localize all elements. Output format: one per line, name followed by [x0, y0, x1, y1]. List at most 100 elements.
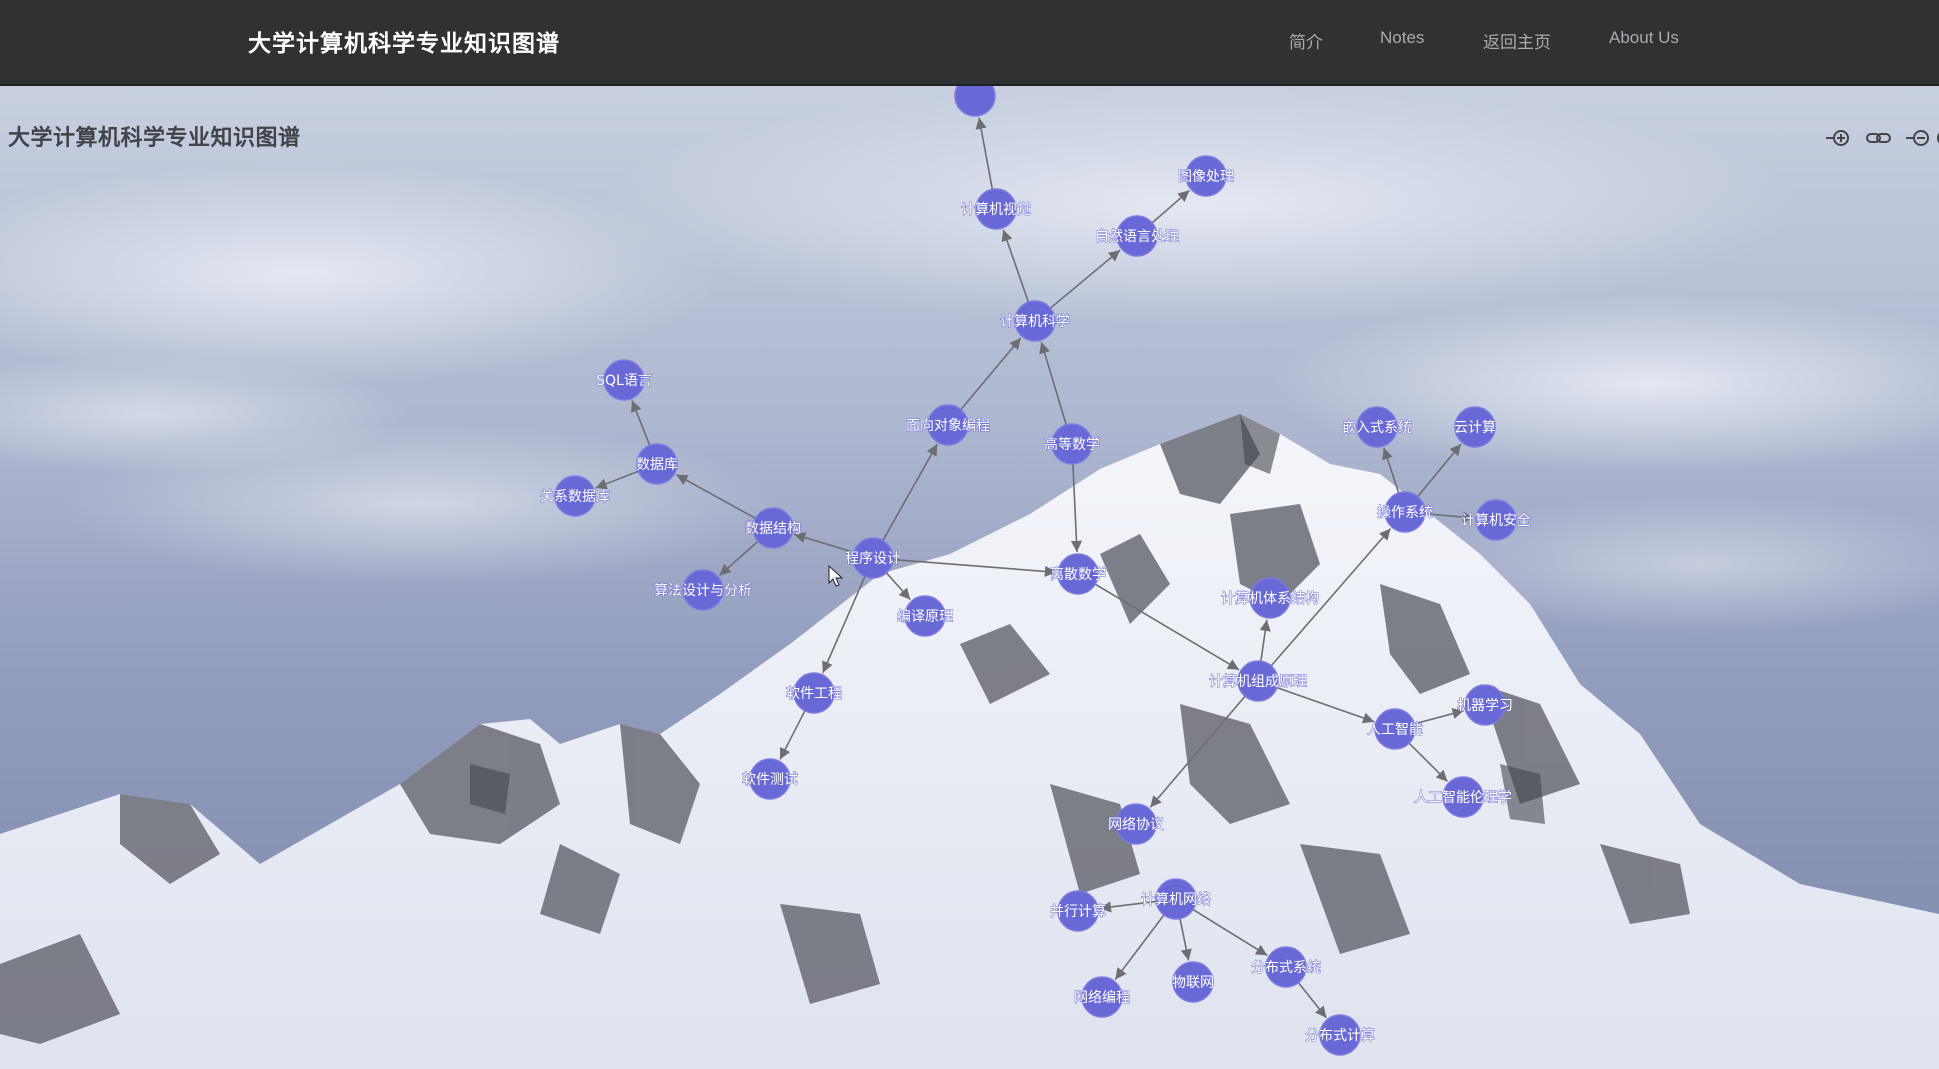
- graph-node-label: 分布式系统: [1251, 960, 1321, 976]
- graph-node-label: 软件测试: [742, 772, 798, 788]
- graph-edge-ai-aiethics: [1408, 742, 1449, 783]
- graph-edge-prog-ds: [793, 532, 855, 554]
- graph-node-label: 程序设计: [845, 551, 901, 567]
- graph-edge-co-proto: [1149, 695, 1246, 808]
- graph-node-prog[interactable]: 程序设计: [845, 537, 902, 579]
- graph-edge-se-test: [779, 710, 806, 760]
- graph-node-rdb[interactable]: 关系数据库: [540, 475, 611, 517]
- graph-node-ds[interactable]: 数据结构: [745, 507, 802, 549]
- graph-node-oop[interactable]: 面向对象编程: [906, 404, 991, 446]
- graph-node-label: 嵌入式系统: [1342, 420, 1412, 436]
- graph-node-circle[interactable]: [954, 84, 996, 117]
- graph-node-label: 人工智能: [1367, 722, 1423, 738]
- knowledge-graph[interactable]: 计算机视觉 图像处理自然语言处理计算机科学 SQL语言数据库关系数据库 面向对象编程高…: [0, 84, 1939, 1069]
- graph-node-sql[interactable]: SQL语言: [596, 359, 652, 401]
- graph-node-cloud[interactable]: 云计算: [1454, 406, 1497, 448]
- graph-nodes: 计算机视觉 图像处理自然语言处理计算机科学 SQL语言数据库关系数据库 面向对象编程高…: [540, 84, 1532, 1056]
- graph-edge-ds-db: [675, 473, 756, 520]
- graph-node-distcomp[interactable]: 分布式计算: [1305, 1014, 1376, 1056]
- graph-node-label: 软件工程: [786, 686, 842, 702]
- graph-node-img[interactable]: 图像处理: [1178, 155, 1235, 197]
- graph-node-os[interactable]: 操作系统: [1377, 491, 1434, 533]
- graph-node-dmath[interactable]: 离散数学: [1050, 553, 1107, 595]
- graph-stage: 大学计算机科学专业知识图谱 计算机视觉 图像处理 自然语言处理 计算机科学 SQ…: [0, 84, 1939, 1069]
- graph-node-algo[interactable]: 算法设计与分析: [654, 569, 753, 611]
- graph-node-label: 计算机科学: [1000, 314, 1070, 330]
- graph-node-label: 数据库: [636, 457, 678, 473]
- graph-node-nlp[interactable]: 自然语言处理: [1095, 215, 1180, 257]
- graph-node-label: 计算机视觉: [961, 202, 1031, 218]
- nav-link-home[interactable]: 返回主页: [1483, 28, 1551, 53]
- link-icon[interactable]: [1864, 126, 1894, 150]
- graph-node-label: 网络协议: [1108, 817, 1164, 833]
- graph-node-co[interactable]: 计算机组成原理: [1209, 660, 1308, 702]
- graph-node-label: 离散数学: [1050, 566, 1106, 583]
- graph-edge-cs-cv: [1001, 229, 1030, 303]
- graph-edge-db-sql: [630, 400, 651, 446]
- graph-node-test[interactable]: 软件测试: [742, 758, 799, 800]
- graph-node-hmath[interactable]: 高等数学: [1044, 423, 1101, 465]
- graph-edge-hmath-cs: [1039, 341, 1068, 426]
- graph-edge-prog-se: [822, 576, 866, 674]
- graph-node-cv[interactable]: 计算机视觉: [961, 188, 1032, 230]
- graph-node-emb[interactable]: 嵌入式系统: [1342, 406, 1413, 448]
- graph-node-ai[interactable]: 人工智能: [1367, 708, 1424, 750]
- graph-node-label: 操作系统: [1377, 505, 1433, 521]
- graph-edge-co-arch: [1259, 619, 1271, 662]
- graph-node-label: 云计算: [1454, 420, 1496, 436]
- graph-edge-cs-nlp: [1049, 249, 1121, 309]
- mouse-cursor-icon: [828, 564, 844, 587]
- graph-node-label: 分布式计算: [1305, 1028, 1375, 1044]
- graph-node-proto[interactable]: 网络协议: [1108, 803, 1165, 845]
- graph-node-net[interactable]: 计算机网络: [1141, 878, 1212, 920]
- graph-edge-prog-compiler: [885, 572, 911, 601]
- graph-edge-os-emb: [1382, 447, 1400, 494]
- graph-node-label: 算法设计与分析: [654, 583, 752, 599]
- nav-link-intro[interactable]: 简介: [1289, 28, 1323, 53]
- graph-edge-os-cloud: [1417, 443, 1462, 498]
- graph-edge-distsys-distcomp: [1297, 982, 1327, 1019]
- graph-node-sec[interactable]: 计算机安全: [1461, 499, 1532, 541]
- graph-node-netprog[interactable]: 网络编程: [1074, 976, 1131, 1018]
- graph-node-iot[interactable]: 物联网: [1172, 961, 1215, 1003]
- graph-node-label: 计算机安全: [1461, 512, 1531, 529]
- graph-node-arch[interactable]: 计算机体系结构: [1221, 577, 1320, 619]
- graph-node-label: 编译原理: [897, 609, 953, 625]
- graph-node-label: SQL语言: [596, 373, 652, 389]
- graph-edge-db-rdb: [595, 470, 639, 490]
- graph-edge-dmath-co: [1094, 583, 1240, 671]
- zoom-in-icon[interactable]: [1824, 126, 1854, 150]
- graph-edge-ds-algo: [718, 540, 759, 577]
- graph-node-label: 网络编程: [1074, 990, 1130, 1006]
- graph-node-compiler[interactable]: 编译原理: [897, 595, 954, 637]
- graph-node-label: 计算机网络: [1141, 892, 1211, 908]
- graph-node-par[interactable]: 并行计算: [1050, 890, 1107, 932]
- graph-node-label: 自然语言处理: [1095, 228, 1179, 245]
- graph-node-label: 面向对象编程: [906, 418, 990, 434]
- graph-node-label: 计算机体系结构: [1221, 591, 1319, 607]
- graph-node-distsys[interactable]: 分布式系统: [1251, 946, 1322, 988]
- graph-node-ml[interactable]: 机器学习: [1457, 684, 1514, 726]
- partial-tool-icon[interactable]: [1931, 126, 1939, 150]
- graph-node-label: 并行计算: [1050, 904, 1106, 920]
- page-title: 大学计算机科学专业知识图谱: [8, 126, 301, 151]
- graph-edge-co-ai: [1276, 686, 1375, 724]
- zoom-out-icon[interactable]: [1904, 126, 1934, 150]
- graph-node-label: 计算机组成原理: [1209, 674, 1307, 690]
- graph-edge-hmath-dmath: [1070, 463, 1083, 553]
- graph-edge-oop-cs: [960, 337, 1022, 411]
- navbar-brand[interactable]: 大学计算机科学专业知识图谱: [248, 24, 560, 58]
- top-navbar: 大学计算机科学专业知识图谱 简介 Notes 返回主页 About Us: [0, 0, 1939, 86]
- graph-node-aiethics[interactable]: 人工智能伦理学: [1414, 776, 1513, 818]
- graph-node-label: 高等数学: [1044, 436, 1100, 453]
- graph-node-db[interactable]: 数据库: [636, 443, 679, 485]
- graph-node-se[interactable]: 软件工程: [786, 672, 843, 714]
- nav-link-notes[interactable]: Notes: [1380, 28, 1424, 48]
- graph-node-cv_top[interactable]: [954, 84, 996, 117]
- graph-node-label: 图像处理: [1178, 169, 1234, 185]
- graph-node-cs[interactable]: 计算机科学: [1000, 300, 1071, 342]
- graph-node-label: 物联网: [1172, 975, 1214, 991]
- graph-node-label: 人工智能伦理学: [1414, 790, 1512, 806]
- nav-link-about[interactable]: About Us: [1609, 28, 1679, 48]
- graph-node-label: 关系数据库: [540, 489, 610, 505]
